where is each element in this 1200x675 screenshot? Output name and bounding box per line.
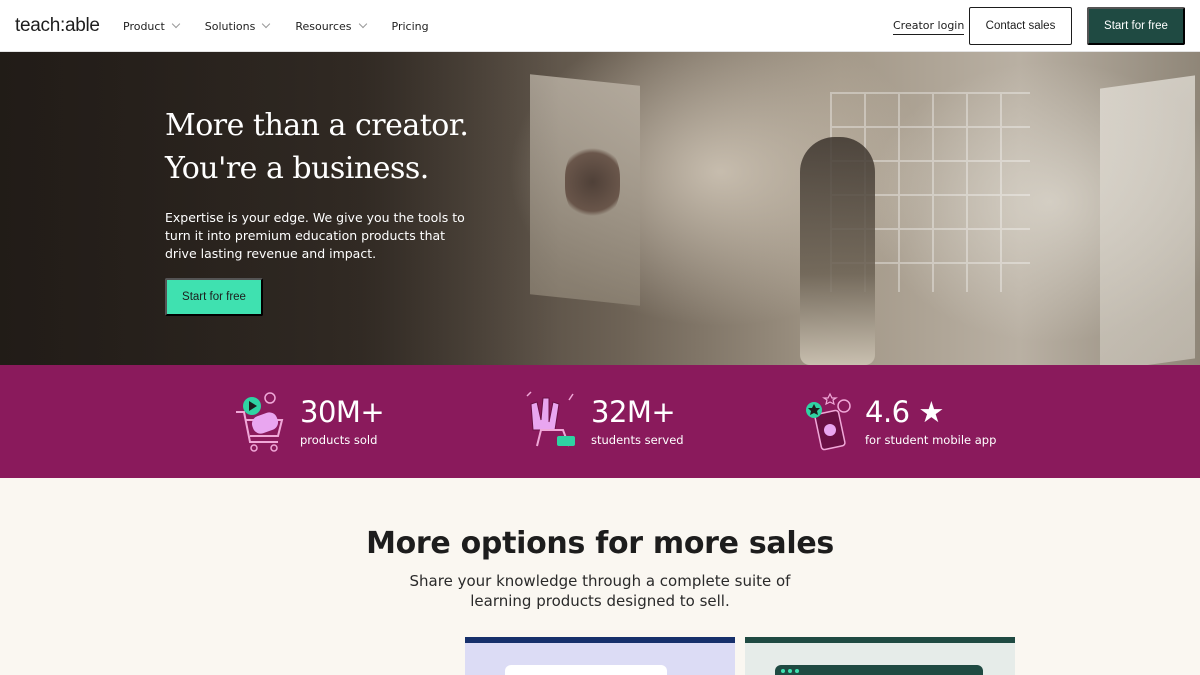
- chevron-down-icon: [358, 19, 367, 29]
- section-subtitle: Share your knowledge through a complete …: [409, 572, 791, 610]
- stats-band: 30M+ products sold 32M+ students served …: [0, 365, 1200, 478]
- section-title: More options for more sales: [366, 526, 834, 561]
- nav-item-product[interactable]: Product: [123, 19, 181, 33]
- hero-background-artist: [800, 137, 875, 365]
- nav-item-solutions[interactable]: Solutions: [204, 19, 271, 33]
- stat-label: products sold: [300, 433, 378, 447]
- chevron-down-icon: [171, 19, 181, 29]
- main-menu: Product Solutions Resources Pricing: [123, 0, 455, 52]
- stat-label: for student mobile app: [865, 433, 997, 447]
- start-for-free-nav-button[interactable]: Start for free: [1087, 7, 1185, 45]
- shopping-cart-icon: [236, 392, 284, 452]
- stat-value: 32M+: [591, 395, 676, 429]
- teachable-logo[interactable]: teach:able: [15, 15, 100, 37]
- top-navigation: teach:able Product Solutions Resources P…: [0, 0, 1200, 52]
- high-five-hands-icon: [526, 391, 575, 447]
- nav-item-resources[interactable]: Resources: [295, 19, 367, 33]
- product-card-coaching[interactable]: [745, 637, 1015, 675]
- stat-value: 4.6 ★: [865, 395, 944, 429]
- contact-sales-button[interactable]: Contact sales: [969, 7, 1072, 45]
- stat-students-served: 32M+ students served: [523, 390, 723, 454]
- nav-item-label: Solutions: [204, 19, 256, 33]
- nav-item-label: Resources: [295, 19, 352, 33]
- stat-mobile-app-rating: 4.6 ★ for student mobile app: [804, 390, 1034, 454]
- hero-title-line-1: More than a creator.: [165, 108, 469, 143]
- stat-label: students served: [591, 433, 684, 447]
- chevron-down-icon: [262, 19, 271, 29]
- window-dots-icon: [781, 669, 799, 673]
- nav-item-label: Pricing: [391, 19, 429, 33]
- card-preview-window: [505, 665, 667, 675]
- product-card-courses[interactable]: [465, 637, 735, 675]
- stat-value: 30M+: [300, 395, 385, 429]
- mobile-app-rating-icon: [806, 392, 851, 451]
- hero-title: More than a creator. You're a business.: [165, 104, 585, 190]
- card-preview-window: [775, 665, 983, 675]
- creator-login-link[interactable]: Creator login: [893, 19, 965, 35]
- hero-title-line-2: You're a business.: [165, 151, 429, 186]
- hero-start-for-free-button[interactable]: Start for free: [165, 278, 263, 316]
- stat-products-sold: 30M+ products sold: [232, 390, 432, 454]
- nav-item-pricing[interactable]: Pricing: [392, 20, 429, 33]
- nav-item-label: Product: [123, 19, 165, 33]
- hero-subtitle: Expertise is your edge. We give you the …: [165, 210, 465, 261]
- hero-section: More than a creator. You're a business. …: [0, 52, 1200, 365]
- hero-background-canvas-panel: [1100, 75, 1195, 365]
